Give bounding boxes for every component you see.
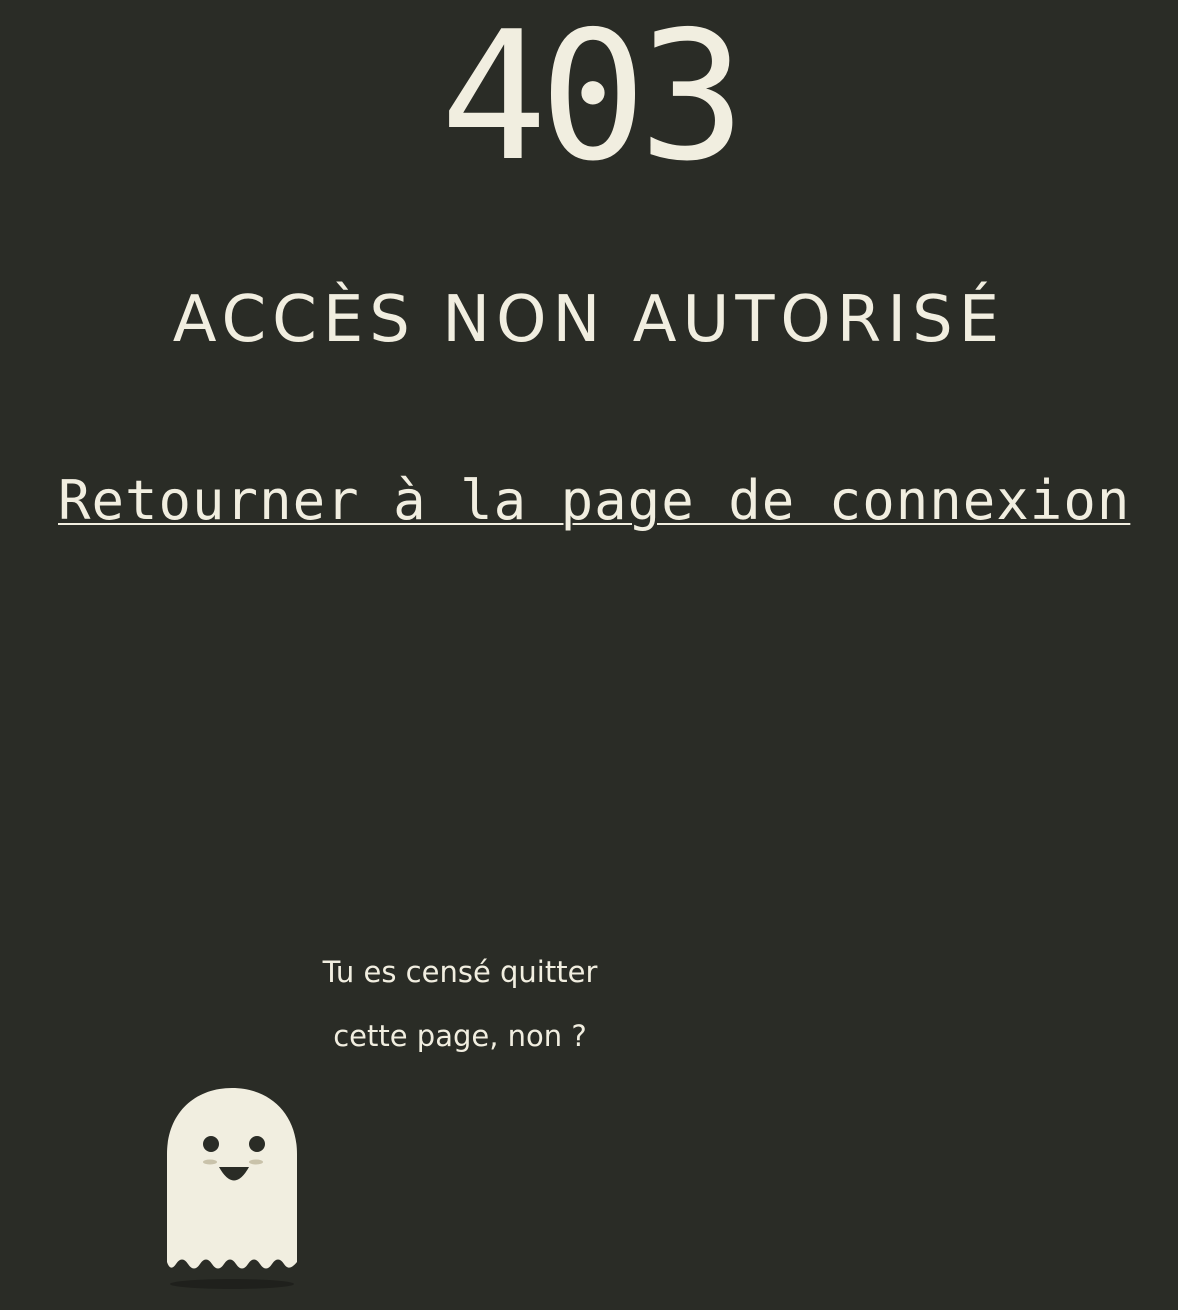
ghost-left-cheek bbox=[203, 1159, 217, 1165]
ghost-right-eye bbox=[249, 1136, 265, 1152]
ghost-shadow bbox=[170, 1279, 294, 1289]
ghost-message-line-2: cette page, non ? bbox=[333, 1019, 587, 1053]
ghost-right-cheek bbox=[249, 1159, 263, 1165]
login-page-link[interactable]: Retourner à la page de connexion bbox=[58, 466, 1130, 536]
error-code: 403 bbox=[440, 0, 746, 200]
ghost-icon bbox=[167, 1088, 297, 1289]
ghost-left-eye bbox=[203, 1136, 219, 1152]
ghost-message-line-1: Tu es censé quitter bbox=[322, 955, 598, 989]
error-title: ACCÈS NON AUTORISÉ bbox=[172, 283, 1006, 357]
